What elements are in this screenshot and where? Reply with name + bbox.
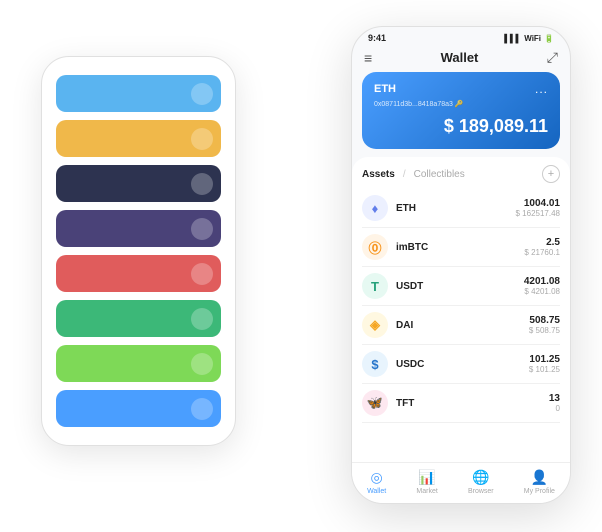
card-avatar-icon	[191, 263, 213, 285]
wallet-card-item[interactable]	[56, 75, 221, 112]
asset-icon-usdt: T	[362, 273, 388, 299]
tab-divider: /	[403, 169, 406, 180]
nav-wallet-icon: ◎	[371, 469, 383, 486]
asset-amount: 508.75	[529, 315, 560, 326]
nav-browser-icon: 🌐	[472, 469, 489, 486]
tab-assets[interactable]: Assets	[362, 169, 395, 180]
status-time: 9:41	[368, 33, 386, 43]
asset-usd-value: $ 508.75	[529, 326, 560, 335]
asset-icon-imbtc: ⓪	[362, 234, 388, 260]
asset-amount: 13	[549, 393, 560, 404]
asset-amount: 1004.01	[516, 198, 561, 209]
foreground-phone: 9:41 ▌▌▌ WiFi 🔋 ≡ Wallet ⤢ ETH ... 0x087…	[351, 26, 571, 504]
eth-card-label: ETH	[374, 83, 396, 95]
asset-amount: 2.5	[524, 237, 560, 248]
asset-symbol: TFT	[396, 398, 549, 409]
asset-symbol: USDC	[396, 359, 529, 370]
asset-values: 2.5$ 21760.1	[524, 237, 560, 257]
card-avatar-icon	[191, 218, 213, 240]
wallet-card-item[interactable]	[56, 345, 221, 382]
asset-values: 508.75$ 508.75	[529, 315, 560, 335]
asset-icon-dai: ◈	[362, 312, 388, 338]
card-avatar-icon	[191, 83, 213, 105]
asset-symbol: USDT	[396, 281, 524, 292]
nav-item-browser[interactable]: 🌐 Browser	[468, 469, 494, 495]
wifi-icon: WiFi	[524, 34, 541, 43]
assets-section: Assets / Collectibles + ♦ ETH1004.01$ 162…	[352, 157, 570, 462]
header-title: Wallet	[441, 50, 479, 65]
asset-values: 130	[549, 393, 560, 413]
asset-symbol: imBTC	[396, 242, 524, 253]
asset-row[interactable]: ♦ ETH1004.01$ 162517.48	[362, 189, 560, 228]
eth-card-address: 0x08711d3b...8418a78a3 🔑	[374, 100, 548, 108]
wallet-card-item[interactable]	[56, 165, 221, 202]
asset-icon-eth: ♦	[362, 195, 388, 221]
status-icons: ▌▌▌ WiFi 🔋	[504, 34, 554, 43]
asset-usd-value: $ 21760.1	[524, 248, 560, 257]
menu-icon[interactable]: ≡	[364, 50, 372, 66]
asset-row[interactable]: ⓪ imBTC2.5$ 21760.1	[362, 228, 560, 267]
eth-card-amount: $ 189,089.11	[374, 116, 548, 137]
asset-symbol: DAI	[396, 320, 529, 331]
status-bar: 9:41 ▌▌▌ WiFi 🔋	[352, 27, 570, 45]
scan-icon[interactable]: ⤢	[547, 49, 558, 66]
asset-amount: 4201.08	[524, 276, 560, 287]
card-avatar-icon	[191, 128, 213, 150]
nav-item-wallet[interactable]: ◎ Wallet	[367, 469, 386, 495]
nav-my-profile-label: My Profile	[524, 488, 555, 495]
background-phone	[41, 56, 236, 446]
wallet-card-item[interactable]	[56, 255, 221, 292]
nav-browser-label: Browser	[468, 488, 494, 495]
asset-values: 1004.01$ 162517.48	[516, 198, 561, 218]
asset-usd-value: 0	[549, 404, 560, 413]
wallet-card-item[interactable]	[56, 210, 221, 247]
asset-amount: 101.25	[529, 354, 560, 365]
tab-collectibles[interactable]: Collectibles	[414, 169, 465, 180]
asset-values: 4201.08$ 4201.08	[524, 276, 560, 296]
signal-icon: ▌▌▌	[504, 34, 521, 43]
asset-icon-tft: 🦋	[362, 390, 388, 416]
card-avatar-icon	[191, 308, 213, 330]
nav-item-my-profile[interactable]: 👤 My Profile	[524, 469, 555, 495]
asset-icon-usdc: $	[362, 351, 388, 377]
asset-usd-value: $ 162517.48	[516, 209, 561, 218]
nav-wallet-label: Wallet	[367, 488, 386, 495]
eth-card-more[interactable]: ...	[535, 82, 548, 96]
nav-item-market[interactable]: 📊 Market	[416, 469, 437, 495]
asset-row[interactable]: 🦋 TFT130	[362, 384, 560, 423]
assets-tabs: Assets / Collectibles	[362, 169, 465, 180]
asset-usd-value: $ 4201.08	[524, 287, 560, 296]
assets-header: Assets / Collectibles +	[362, 157, 560, 189]
card-avatar-icon	[191, 398, 213, 420]
phone-header: ≡ Wallet ⤢	[352, 45, 570, 72]
wallet-card-item[interactable]	[56, 390, 221, 427]
asset-row[interactable]: T USDT4201.08$ 4201.08	[362, 267, 560, 306]
nav-market-icon: 📊	[418, 469, 435, 486]
card-avatar-icon	[191, 353, 213, 375]
card-avatar-icon	[191, 173, 213, 195]
wallet-card-item[interactable]	[56, 300, 221, 337]
nav-market-label: Market	[416, 488, 437, 495]
nav-my-profile-icon: 👤	[531, 469, 548, 486]
add-asset-button[interactable]: +	[542, 165, 560, 183]
asset-values: 101.25$ 101.25	[529, 354, 560, 374]
asset-symbol: ETH	[396, 203, 516, 214]
scene: 9:41 ▌▌▌ WiFi 🔋 ≡ Wallet ⤢ ETH ... 0x087…	[21, 16, 581, 516]
bottom-nav: ◎ Wallet 📊 Market 🌐 Browser 👤 My Profile	[352, 462, 570, 503]
asset-row[interactable]: ◈ DAI508.75$ 508.75	[362, 306, 560, 345]
asset-row[interactable]: $ USDC101.25$ 101.25	[362, 345, 560, 384]
battery-icon: 🔋	[544, 34, 554, 43]
eth-card[interactable]: ETH ... 0x08711d3b...8418a78a3 🔑 $ 189,0…	[362, 72, 560, 149]
asset-usd-value: $ 101.25	[529, 365, 560, 374]
asset-list: ♦ ETH1004.01$ 162517.48 ⓪ imBTC2.5$ 21760.1…	[362, 189, 560, 423]
wallet-card-item[interactable]	[56, 120, 221, 157]
